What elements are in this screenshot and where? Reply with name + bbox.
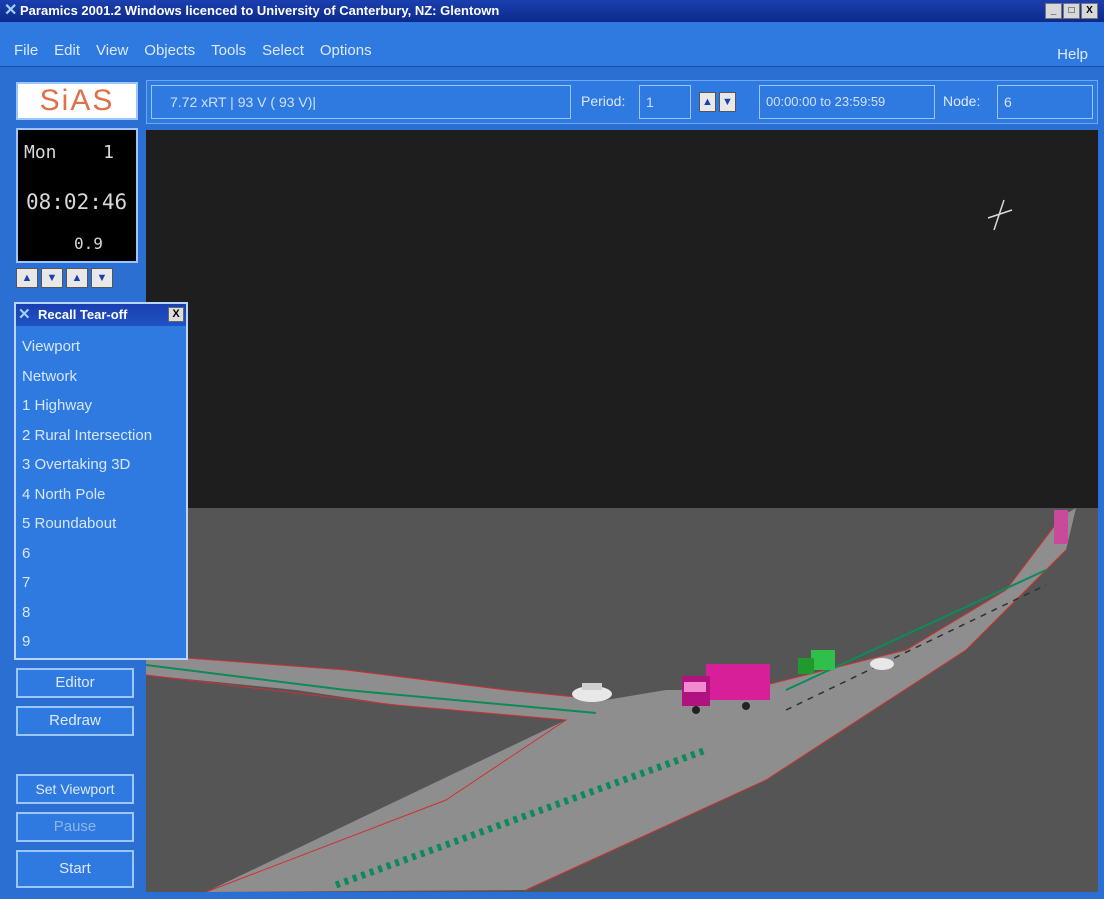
editor-button[interactable]: Editor	[16, 668, 134, 698]
app-x-icon: ✕	[4, 2, 18, 19]
recall-item-9[interactable]: 9	[22, 627, 152, 657]
recall-item-8[interactable]: 8	[22, 598, 152, 628]
period-up-button[interactable]: ▲	[699, 92, 716, 112]
recall-tearoff-title: Recall Tear-off	[38, 307, 128, 322]
status-bar: 7.72 xRT | 93 V ( 93 V)| Period: 1 ▲ ▼ 0…	[146, 80, 1098, 124]
menu-help[interactable]: Help	[1057, 46, 1088, 63]
menu-edit[interactable]: Edit	[54, 42, 80, 59]
simulation-viewport[interactable]	[146, 130, 1098, 892]
down-arrow-icon: ▼	[96, 272, 108, 284]
sky	[146, 130, 1098, 508]
white-car	[870, 658, 894, 670]
recall-item-7[interactable]: 7	[22, 568, 152, 598]
speed-down-button[interactable]: ▼	[41, 268, 63, 288]
menu-file[interactable]: File	[14, 42, 38, 59]
minimize-button[interactable]: _	[1045, 3, 1062, 19]
period-field[interactable]: 1	[639, 85, 691, 119]
close-button[interactable]: X	[1081, 3, 1098, 19]
clock-speed: 0.9	[74, 234, 103, 253]
menu-items: File Edit View Objects Tools Select Opti…	[0, 42, 372, 59]
node-field[interactable]: 6	[997, 85, 1093, 119]
step-down-button[interactable]: ▼	[91, 268, 113, 288]
simulation-clock: Mon 1 08:02:46 0.9	[16, 128, 138, 263]
white-car-roof	[582, 683, 602, 690]
clock-day-number: 1	[103, 142, 114, 163]
recall-tearoff-titlebar[interactable]: ✕ Recall Tear-off X	[16, 304, 186, 326]
app-x-icon: ✕	[18, 306, 31, 323]
window-controls: _ □ X	[1045, 3, 1098, 19]
recall-item-5[interactable]: 5 Roundabout	[22, 509, 152, 539]
menu-select[interactable]: Select	[262, 42, 304, 59]
menu-bar: File Edit View Objects Tools Select Opti…	[0, 22, 1104, 67]
rate-readout: 7.72 xRT | 93 V ( 93 V)|	[151, 85, 571, 119]
recall-tearoff-close-button[interactable]: X	[168, 307, 184, 322]
recall-item-3[interactable]: 3 Overtaking 3D	[22, 450, 152, 480]
recall-tearoff-panel: ✕ Recall Tear-off X Viewport Network 1 H…	[14, 302, 188, 660]
node-label: Node:	[943, 93, 981, 109]
menu-options[interactable]: Options	[320, 42, 372, 59]
sias-logo: SiAS	[16, 82, 138, 120]
recall-item-network[interactable]: Network	[22, 362, 152, 392]
recall-item-4[interactable]: 4 North Pole	[22, 480, 152, 510]
redraw-button[interactable]: Redraw	[16, 706, 134, 736]
up-arrow-icon: ▲	[702, 96, 713, 108]
clock-day: Mon	[24, 142, 57, 163]
recall-item-6[interactable]: 6	[22, 539, 152, 569]
up-arrow-icon: ▲	[71, 272, 83, 284]
start-button[interactable]: Start	[16, 850, 134, 888]
clock-time: 08:02:46	[26, 190, 128, 214]
recall-list: Viewport Network 1 Highway 2 Rural Inter…	[22, 332, 152, 657]
menu-view[interactable]: View	[96, 42, 128, 59]
up-arrow-icon: ▲	[21, 272, 33, 284]
window-titlebar[interactable]: ✕ Paramics 2001.2 Windows licenced to Un…	[0, 0, 1104, 22]
down-arrow-icon: ▼	[46, 272, 58, 284]
menu-tools[interactable]: Tools	[211, 42, 246, 59]
maximize-button[interactable]: □	[1063, 3, 1080, 19]
set-viewport-button[interactable]: Set Viewport	[16, 774, 134, 804]
speed-up-button[interactable]: ▲	[16, 268, 38, 288]
step-up-button[interactable]: ▲	[66, 268, 88, 288]
recall-item-1[interactable]: 1 Highway	[22, 391, 152, 421]
recall-item-2[interactable]: 2 Rural Intersection	[22, 421, 152, 451]
period-down-button[interactable]: ▼	[719, 92, 736, 112]
recall-item-viewport[interactable]: Viewport	[22, 332, 152, 362]
time-range-field: 00:00:00 to 23:59:59	[759, 85, 935, 119]
pause-button[interactable]: Pause	[16, 812, 134, 842]
distant-vehicle	[1054, 510, 1068, 544]
road-scene	[146, 130, 1098, 892]
clock-controls: ▲ ▼ ▲ ▼	[16, 268, 113, 288]
down-arrow-icon: ▼	[722, 96, 733, 108]
period-label: Period:	[581, 93, 626, 109]
window-title: Paramics 2001.2 Windows licenced to Univ…	[20, 3, 500, 18]
menu-objects[interactable]: Objects	[144, 42, 195, 59]
